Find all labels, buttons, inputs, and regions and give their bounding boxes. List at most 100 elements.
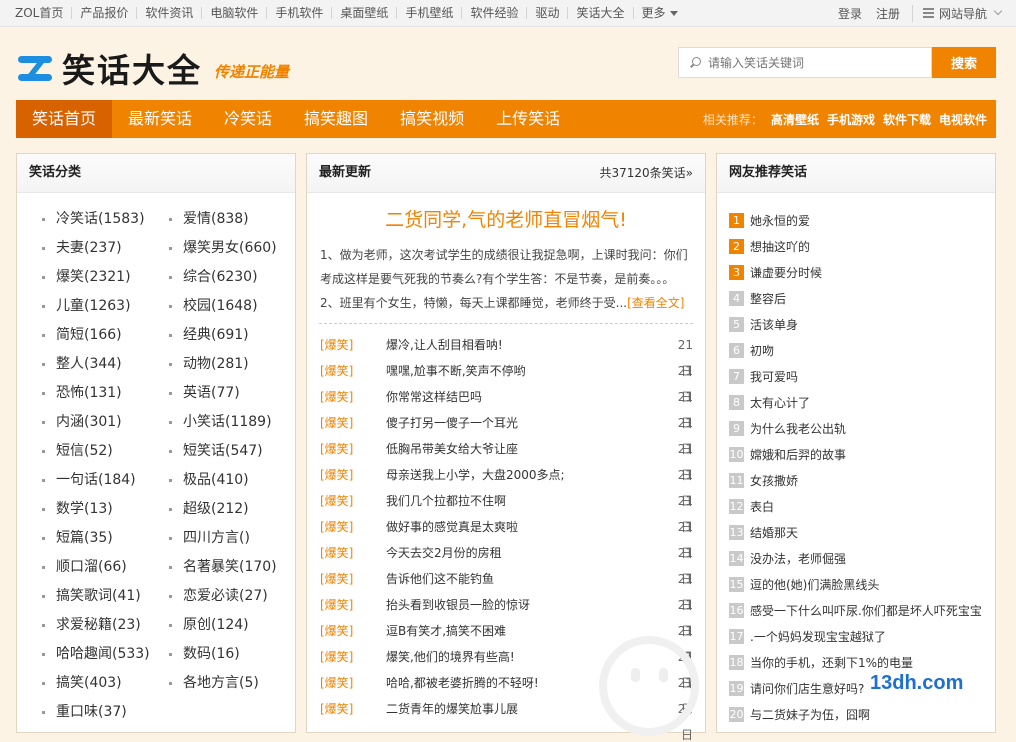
top-link-software-tips[interactable]: 软件经验 [461, 7, 526, 19]
category-link[interactable]: 校园(1648) [166, 292, 293, 321]
news-title-link[interactable]: 傻子打另一傻子一个耳光 [386, 410, 667, 436]
news-category-tag[interactable]: [爆笑] [320, 436, 386, 462]
category-link[interactable]: 简短(166) [39, 321, 166, 350]
news-title-link[interactable]: 今天去交2月份的房租 [386, 540, 667, 566]
category-link[interactable]: 搞笑歌词(41) [39, 582, 166, 611]
category-link[interactable]: 四川方言() [166, 524, 293, 553]
rec-link-wallpaper[interactable]: 高清壁纸 [771, 111, 819, 128]
category-link[interactable]: 恐怖(131) [39, 379, 166, 408]
recommend-item-link[interactable]: 结婚那天 [750, 524, 798, 541]
category-link[interactable]: 儿童(1263) [39, 292, 166, 321]
recommend-item-link[interactable]: 谦虚要分时候 [750, 264, 822, 281]
tab-upload-joke[interactable]: 上传笑话 [480, 100, 576, 138]
register-link[interactable]: 注册 [876, 5, 900, 22]
top-link-drivers[interactable]: 驱动 [526, 7, 567, 19]
site-logo[interactable]: 笑话大全 传递正能量 [16, 44, 289, 92]
rec-link-mobile-games[interactable]: 手机游戏 [827, 111, 875, 128]
read-more-link[interactable]: [查看全文] [627, 296, 684, 310]
recommend-item-link[interactable]: 女孩撒娇 [750, 472, 798, 489]
category-link[interactable]: 名著暴笑(170) [166, 553, 293, 582]
category-link[interactable]: 超级(212) [166, 495, 293, 524]
top-link-mobile-software[interactable]: 手机软件 [266, 7, 331, 19]
news-category-tag[interactable]: [爆笑] [320, 618, 386, 644]
recommend-item-link[interactable]: 活该单身 [750, 316, 798, 333]
news-category-tag[interactable]: [爆笑] [320, 488, 386, 514]
news-title-link[interactable]: 逗B有笑才,搞笑不困难 [386, 618, 667, 644]
recommend-item-link[interactable]: 初吻 [750, 342, 774, 359]
featured-headline[interactable]: 二货同学,气的老师直冒烟气! [307, 205, 705, 235]
recommend-item-link[interactable]: 整容后 [750, 290, 786, 307]
recommend-item-link[interactable]: 当你的手机，还剩下1%的电量 [750, 654, 913, 671]
category-link[interactable]: 小笑话(1189) [166, 408, 293, 437]
news-category-tag[interactable]: [爆笑] [320, 332, 386, 358]
news-title-link[interactable]: 嘿嘿,尬事不断,笑声不停哟 [386, 358, 667, 384]
news-title-link[interactable]: 抬头看到收银员一脸的惊讶 [386, 592, 667, 618]
tab-funny-pictures[interactable]: 搞笑趣图 [288, 100, 384, 138]
tab-jokes-home[interactable]: 笑话首页 [16, 100, 113, 138]
recommend-item-link[interactable]: 为什么我老公出轨 [750, 420, 846, 437]
news-category-tag[interactable]: [爆笑] [320, 384, 386, 410]
recommend-item-link[interactable]: 请问你们店生意好吗? [750, 680, 864, 697]
top-link-products[interactable]: 产品报价 [71, 7, 136, 19]
category-link[interactable]: 冷笑话(1583) [39, 205, 166, 234]
news-category-tag[interactable]: [爆笑] [320, 696, 386, 722]
recommend-item-link[interactable]: 没办法，老师倔强 [750, 550, 846, 567]
tab-latest-jokes[interactable]: 最新笑话 [112, 100, 208, 138]
news-category-tag[interactable]: [爆笑] [320, 644, 386, 670]
category-link[interactable]: 内涵(301) [39, 408, 166, 437]
category-link[interactable]: 各地方言(5) [166, 669, 293, 698]
category-link[interactable]: 数码(16) [166, 640, 293, 669]
category-link[interactable]: 爱情(838) [166, 205, 293, 234]
tab-cold-jokes[interactable]: 冷笑话 [208, 100, 288, 138]
top-link-mobile-wallpaper[interactable]: 手机壁纸 [396, 7, 461, 19]
category-link[interactable]: 顺口溜(66) [39, 553, 166, 582]
news-category-tag[interactable]: [爆笑] [320, 566, 386, 592]
login-link[interactable]: 登录 [838, 5, 862, 22]
recommend-item-link[interactable]: 逗的他(她)们满脸黑线头 [750, 576, 879, 593]
news-category-tag[interactable]: [爆笑] [320, 514, 386, 540]
total-count-link[interactable]: 共37120条笑话» [599, 154, 693, 192]
recommend-item-link[interactable]: 太有心计了 [750, 394, 810, 411]
news-title-link[interactable]: 母亲送我上小学，大盘2000多点; [386, 462, 667, 488]
category-link[interactable]: 经典(691) [166, 321, 293, 350]
top-link-desktop-wallpaper[interactable]: 桌面壁纸 [331, 7, 396, 19]
category-link[interactable]: 整人(344) [39, 350, 166, 379]
category-link[interactable]: 爆笑(2321) [39, 263, 166, 292]
category-link[interactable]: 综合(6230) [166, 263, 293, 292]
news-title-link[interactable]: 你常常这样结巴吗 [386, 384, 667, 410]
news-title-link[interactable]: 爆冷,让人刮目相看呐! [386, 332, 667, 358]
news-title-link[interactable]: 告诉他们这不能钓鱼 [386, 566, 667, 592]
tab-funny-videos[interactable]: 搞笑视频 [384, 100, 480, 138]
news-category-tag[interactable]: [爆笑] [320, 670, 386, 696]
top-link-software-news[interactable]: 软件资讯 [136, 7, 201, 19]
search-input[interactable] [708, 55, 928, 70]
rec-link-tv-software[interactable]: 电视软件 [939, 111, 987, 128]
category-link[interactable]: 哈哈趣闻(533) [39, 640, 166, 669]
category-link[interactable]: 原创(124) [166, 611, 293, 640]
news-title-link[interactable]: 做好事的感觉真是太爽啦 [386, 514, 667, 540]
category-link[interactable]: 夫妻(237) [39, 234, 166, 263]
search-button[interactable]: 搜索 [932, 47, 996, 78]
recommend-item-link[interactable]: 嫦娥和后羿的故事 [750, 446, 846, 463]
category-link[interactable]: 数学(13) [39, 495, 166, 524]
news-category-tag[interactable]: [爆笑] [320, 462, 386, 488]
category-link[interactable]: 短篇(35) [39, 524, 166, 553]
category-link[interactable]: 一句话(184) [39, 466, 166, 495]
recommend-item-link[interactable]: 想抽这吖的 [750, 238, 810, 255]
news-title-link[interactable]: 低胸吊带美女给大爷让座 [386, 436, 667, 462]
category-link[interactable]: 短信(52) [39, 437, 166, 466]
recommend-item-link[interactable]: 感受一下什么叫吓尿.你们都是坏人吓死宝宝 [750, 602, 982, 619]
category-link[interactable]: 恋爱必读(27) [166, 582, 293, 611]
category-link[interactable]: 英语(77) [166, 379, 293, 408]
category-link[interactable]: 短笑话(547) [166, 437, 293, 466]
category-link[interactable]: 搞笑(403) [39, 669, 166, 698]
rec-link-software-download[interactable]: 软件下载 [883, 111, 931, 128]
news-category-tag[interactable]: [爆笑] [320, 410, 386, 436]
recommend-item-link[interactable]: .一个妈妈发现宝宝越狱了 [750, 628, 886, 645]
top-link-pc-software[interactable]: 电脑软件 [201, 7, 266, 19]
category-link[interactable]: 动物(281) [166, 350, 293, 379]
category-link[interactable]: 爆笑男女(660) [166, 234, 293, 263]
news-title-link[interactable]: 我们几个拉都拉不住啊 [386, 488, 667, 514]
recommend-item-link[interactable]: 她永恒的爱 [750, 212, 810, 229]
category-link[interactable]: 求爱秘籍(23) [39, 611, 166, 640]
